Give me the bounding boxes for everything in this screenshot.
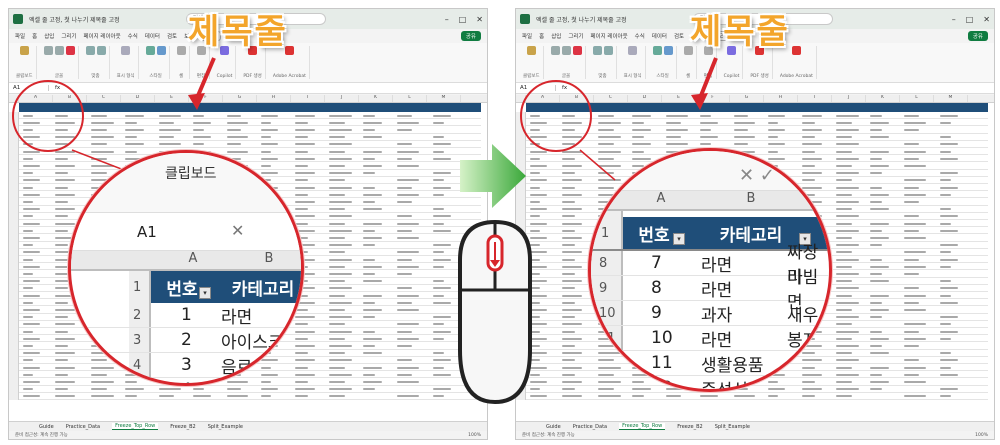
zoom-row: 10 9 과자 새우 bbox=[591, 301, 829, 326]
zoom-formula-bar bbox=[71, 213, 301, 251]
clipboard-label: 클립보드 bbox=[165, 166, 217, 182]
down-arrow-right-icon bbox=[691, 57, 718, 110]
zoom-cancel-icon[interactable]: ✕ bbox=[231, 221, 244, 240]
zoom-circle-left: 클립보드 A1 ✕ A B 번호 ▾ 카테고리 1 2 1 라면 3 2 아이스… bbox=[68, 150, 304, 386]
zoom-column-header: A B bbox=[71, 251, 301, 271]
zoom-ribbon bbox=[71, 153, 301, 213]
right-arrow-icon bbox=[460, 144, 526, 208]
zoom-row: 2 1 라면 bbox=[71, 303, 301, 328]
zoom-col-a[interactable]: A bbox=[173, 251, 213, 266]
zoom-row: 1 bbox=[133, 279, 142, 295]
mouse-icon bbox=[458, 219, 532, 405]
zoom-ribbon bbox=[591, 151, 829, 191]
zoom-row: 3 2 아이스크림 bbox=[71, 328, 301, 353]
zoom-name-box[interactable]: A1 bbox=[137, 223, 157, 241]
zoom-column-header: A B bbox=[591, 191, 829, 211]
zoom-cancel-icon[interactable]: ✕ ✓ bbox=[739, 165, 775, 186]
zoom-col-b[interactable]: B bbox=[731, 191, 771, 206]
scroll-illustration bbox=[458, 144, 532, 405]
zoom-row: 11 10 라면 봉지 bbox=[591, 326, 829, 351]
zoom-row: 9 8 라면 비빔면 bbox=[591, 268, 829, 313]
zoom-col-b[interactable]: B bbox=[249, 251, 289, 266]
zoom-circle-right: ✕ ✓ A B 번호 ▾ 카테고리 ▾ 1 8 7 라면 짜장라 9 8 라면 … bbox=[588, 148, 832, 392]
highlight-circle-left bbox=[12, 80, 84, 152]
zoom-row: 4 3 음료 bbox=[71, 353, 301, 378]
down-arrow-left-icon bbox=[188, 57, 216, 110]
zoom-col-a[interactable]: A bbox=[641, 191, 681, 206]
zoom-row: 12 11 생활용품 bbox=[591, 351, 829, 376]
